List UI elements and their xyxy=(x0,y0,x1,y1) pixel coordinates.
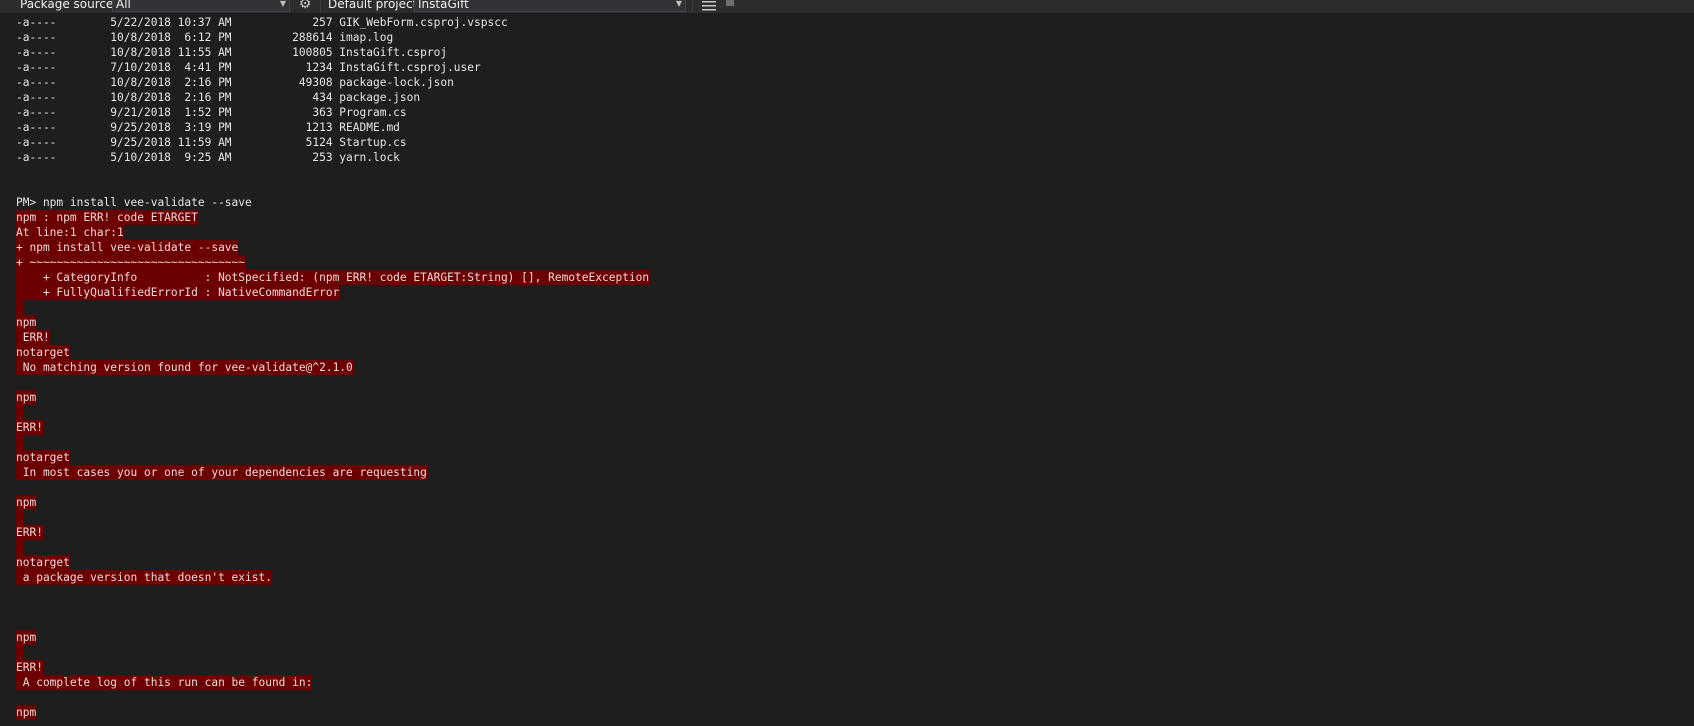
error-line: No matching version found for vee-valida… xyxy=(16,360,1694,375)
listing-row: -a---- 9/25/2018 11:59 AM 5124 Startup.c… xyxy=(16,136,407,149)
error-line: A complete log of this run can be found … xyxy=(16,675,1694,690)
error-line: a package version that doesn't exist. xyxy=(16,570,1694,585)
error-text: npm xyxy=(16,630,37,645)
error-text: notarget xyxy=(16,450,70,465)
error-text: + FullyQualifiedErrorId : NativeCommandE… xyxy=(16,285,340,300)
package-manager-console-output: -a---- 5/22/2018 10:37 AM 257 GIK_WebFor… xyxy=(16,7,1694,720)
error-text: ERR! xyxy=(16,420,43,435)
error-stub xyxy=(16,300,23,315)
listing-row: -a---- 10/8/2018 6:12 PM 288614 imap.log xyxy=(16,31,394,44)
console-line-clipped xyxy=(16,7,1694,15)
listing-row: -a---- 10/8/2018 2:16 PM 434 package.jso… xyxy=(16,91,421,104)
error-text: + CategoryInfo : NotSpecified: (npm ERR!… xyxy=(16,270,650,285)
listing-row: -a---- 5/22/2018 10:37 AM 257 GIK_WebFor… xyxy=(16,16,508,29)
error-line: npm xyxy=(16,315,1694,330)
listing-row: -a---- 7/10/2018 4:41 PM 1234 InstaGift.… xyxy=(16,61,481,74)
error-line: notarget xyxy=(16,345,1694,360)
error-line: ERR! xyxy=(16,330,1694,345)
error-stub xyxy=(16,540,23,555)
error-line: npm xyxy=(16,705,1694,720)
error-line xyxy=(16,645,1694,660)
error-text: npm xyxy=(16,705,37,720)
error-line: npm xyxy=(16,630,1694,645)
error-text: npm xyxy=(16,390,37,405)
error-line xyxy=(16,540,1694,555)
error-text: notarget xyxy=(16,555,70,570)
error-text: + npm install vee-validate --save xyxy=(16,240,239,255)
error-stub xyxy=(16,405,23,420)
error-line: In most cases you or one of your depende… xyxy=(16,465,1694,480)
error-line: + FullyQualifiedErrorId : NativeCommandE… xyxy=(16,285,1694,300)
error-line: notarget xyxy=(16,450,1694,465)
error-line: notarget xyxy=(16,555,1694,570)
error-stub xyxy=(16,510,23,525)
error-line xyxy=(16,510,1694,525)
error-text: ERR! xyxy=(16,330,50,345)
error-line: npm xyxy=(16,495,1694,510)
error-line: + ~~~~~~~~~~~~~~~~~~~~~~~~~~~~~~~~ xyxy=(16,255,1694,270)
error-line xyxy=(16,435,1694,450)
error-text: ERR! xyxy=(16,660,43,675)
listing-row: -a---- 10/8/2018 11:55 AM 100805 InstaGi… xyxy=(16,46,448,59)
listing-row: -a---- 9/25/2018 3:19 PM 1213 README.md xyxy=(16,121,400,134)
error-text: notarget xyxy=(16,345,70,360)
listing-row: -a---- 5/10/2018 9:25 AM 253 yarn.lock xyxy=(16,151,400,164)
error-stub xyxy=(16,435,23,450)
error-line: + CategoryInfo : NotSpecified: (npm ERR!… xyxy=(16,270,1694,285)
listing-row: -a---- 10/8/2018 2:16 PM 49308 package-l… xyxy=(16,76,454,89)
listing-row: -a---- 9/21/2018 1:52 PM 363 Program.cs xyxy=(16,106,407,119)
error-text: ERR! xyxy=(16,525,43,540)
error-stub xyxy=(16,645,23,660)
error-line: npm xyxy=(16,390,1694,405)
error-text: A complete log of this run can be found … xyxy=(16,675,313,690)
error-line: npm : npm ERR! code ETARGET xyxy=(16,210,1694,225)
error-text: npm xyxy=(16,315,37,330)
error-text: In most cases you or one of your depende… xyxy=(16,465,427,480)
error-line: ERR! xyxy=(16,525,1694,540)
error-text: npm xyxy=(16,495,37,510)
error-line xyxy=(16,405,1694,420)
directory-listing: -a---- 5/22/2018 10:37 AM 257 GIK_WebFor… xyxy=(16,15,1694,165)
error-line: At line:1 char:1 xyxy=(16,225,1694,240)
error-text: npm : npm ERR! code ETARGET xyxy=(16,210,198,225)
stop-icon[interactable] xyxy=(726,0,734,6)
error-text: a package version that doesn't exist. xyxy=(16,570,272,585)
error-line: + npm install vee-validate --save xyxy=(16,240,1694,255)
error-line: ERR! xyxy=(16,420,1694,435)
error-line xyxy=(16,300,1694,315)
error-line: ERR! xyxy=(16,660,1694,675)
error-text: No matching version found for vee-valida… xyxy=(16,360,353,375)
error-text: + ~~~~~~~~~~~~~~~~~~~~~~~~~~~~~~~~ xyxy=(16,255,246,270)
error-text: At line:1 char:1 xyxy=(16,225,124,240)
console-prompt: PM> npm install vee-validate --save xyxy=(16,196,252,209)
